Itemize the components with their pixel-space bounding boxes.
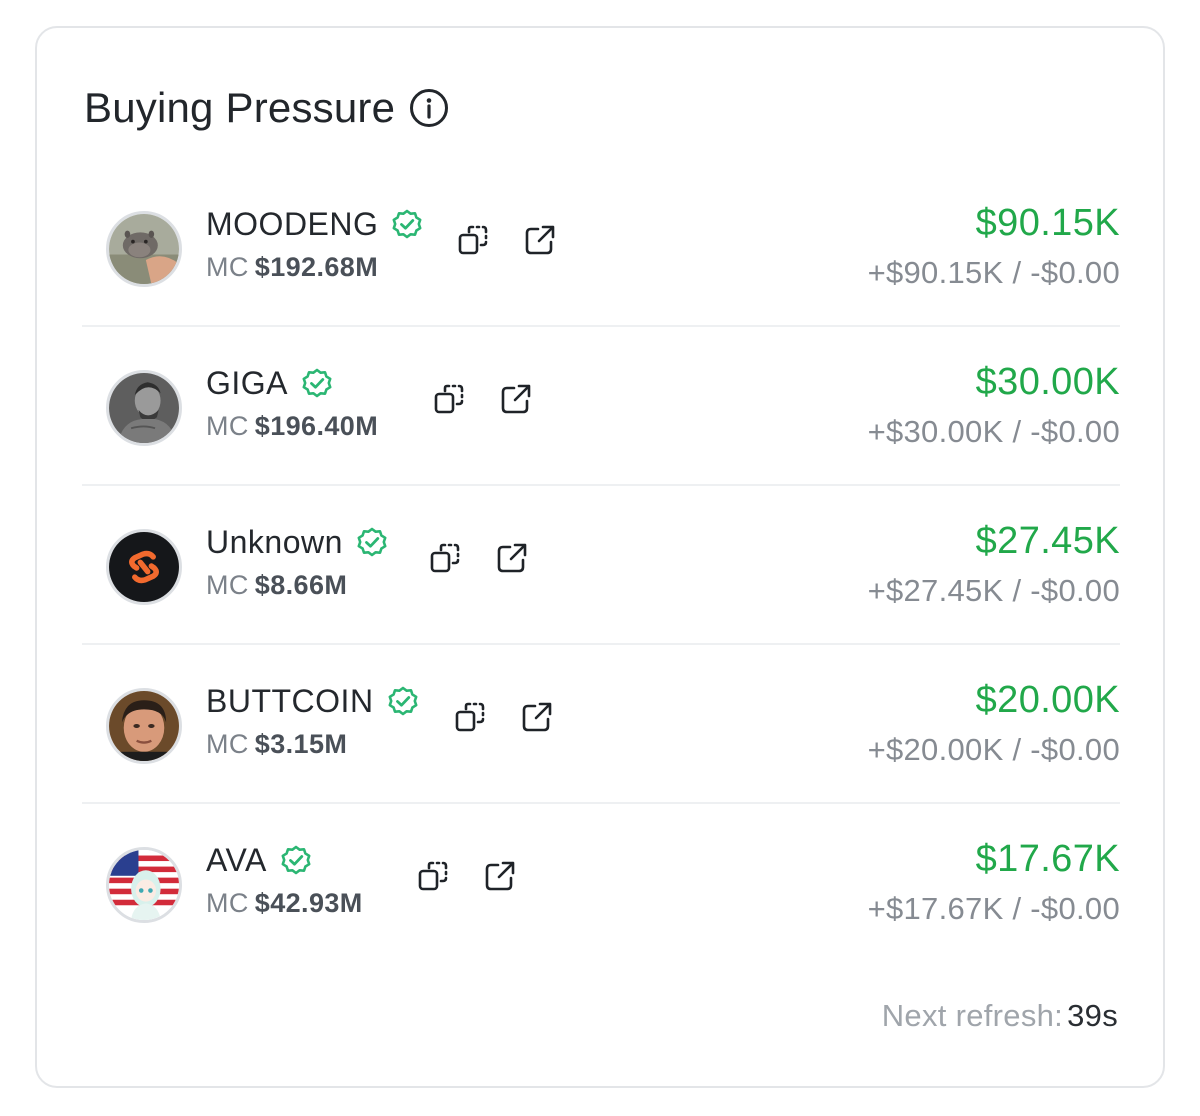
- token-info: MOODENG MC $192.68M: [206, 204, 424, 283]
- info-icon[interactable]: [409, 88, 449, 128]
- mc-value: $8.66M: [254, 570, 348, 600]
- man-portrait-avatar: [106, 688, 182, 764]
- copy-icon[interactable]: [453, 699, 489, 735]
- token-row[interactable]: Unknown MC $8.66M $27.45K +$27.45K / -$0…: [82, 486, 1120, 645]
- gigachad-avatar: [106, 370, 182, 446]
- token-actions: [416, 858, 518, 894]
- mc-label: MC: [206, 252, 249, 282]
- mc-value: $196.40M: [254, 411, 379, 441]
- net-buy-amount: $30.00K: [975, 361, 1120, 403]
- external-link-icon[interactable]: [494, 540, 530, 576]
- external-link-icon[interactable]: [482, 858, 518, 894]
- token-name[interactable]: Unknown: [206, 524, 343, 561]
- buying-pressure-card: Buying Pressure MOODENG MC $192.68M $90.…: [35, 26, 1165, 1088]
- token-info: Unknown MC $8.66M: [206, 522, 389, 601]
- token-row[interactable]: BUTTCOIN MC $3.15M $20.00K +$20.00K / -$…: [82, 645, 1120, 804]
- net-buy-amount: $17.67K: [975, 838, 1120, 880]
- token-actions: [428, 540, 530, 576]
- pygmy-hippo-avatar: [106, 211, 182, 287]
- token-row[interactable]: AVA MC $42.93M $17.67K +$17.67K / -$0.00: [82, 804, 1120, 963]
- net-buy-amount: $90.15K: [975, 202, 1120, 244]
- card-header: Buying Pressure: [84, 84, 449, 132]
- market-cap: MC $3.15M: [206, 729, 420, 760]
- buy-sell-breakdown: +$90.15K / -$0.00: [867, 255, 1120, 290]
- mc-value: $3.15M: [254, 729, 348, 759]
- orange-s-logo-avatar: [106, 529, 182, 605]
- net-buy-amount: $20.00K: [975, 679, 1120, 721]
- market-cap: MC $42.93M: [206, 888, 363, 919]
- anime-girl-flag-avatar: [106, 847, 182, 923]
- buy-sell-breakdown: +$20.00K / -$0.00: [867, 732, 1120, 767]
- mc-label: MC: [206, 729, 249, 759]
- verified-badge-icon: [390, 207, 424, 241]
- mc-value: $42.93M: [254, 888, 363, 918]
- token-name[interactable]: AVA: [206, 842, 267, 879]
- market-cap: MC $8.66M: [206, 570, 389, 601]
- verified-badge-icon: [355, 525, 389, 559]
- card-title: Buying Pressure: [84, 84, 396, 131]
- refresh-label: Next refresh:: [881, 998, 1064, 1033]
- flow-amounts: $90.15K +$90.15K / -$0.00: [868, 198, 1120, 294]
- flow-amounts: $27.45K +$27.45K / -$0.00: [868, 516, 1120, 612]
- token-name[interactable]: MOODENG: [206, 206, 378, 243]
- flow-amounts: $17.67K +$17.67K / -$0.00: [868, 834, 1120, 930]
- mc-label: MC: [206, 411, 249, 441]
- token-row[interactable]: GIGA MC $196.40M $30.00K +$30.00K / -$0.…: [82, 327, 1120, 486]
- external-link-icon[interactable]: [522, 222, 558, 258]
- net-buy-amount: $27.45K: [975, 520, 1120, 562]
- external-link-icon[interactable]: [519, 699, 555, 735]
- token-name[interactable]: GIGA: [206, 365, 288, 402]
- verified-badge-icon: [279, 843, 313, 877]
- copy-icon[interactable]: [456, 222, 492, 258]
- copy-icon[interactable]: [432, 381, 468, 417]
- token-info: GIGA MC $196.40M: [206, 363, 378, 442]
- token-actions: [453, 699, 555, 735]
- market-cap: MC $196.40M: [206, 411, 378, 442]
- token-actions: [456, 222, 558, 258]
- verified-badge-icon: [386, 684, 420, 718]
- token-list: MOODENG MC $192.68M $90.15K +$90.15K / -…: [82, 168, 1120, 963]
- external-link-icon[interactable]: [498, 381, 534, 417]
- mc-value: $192.68M: [254, 252, 379, 282]
- buy-sell-breakdown: +$27.45K / -$0.00: [867, 573, 1120, 608]
- mc-label: MC: [206, 570, 249, 600]
- buy-sell-breakdown: +$17.67K / -$0.00: [867, 891, 1120, 926]
- token-row[interactable]: MOODENG MC $192.68M $90.15K +$90.15K / -…: [82, 168, 1120, 327]
- market-cap: MC $192.68M: [206, 252, 424, 283]
- token-actions: [432, 381, 534, 417]
- verified-badge-icon: [300, 366, 334, 400]
- flow-amounts: $30.00K +$30.00K / -$0.00: [868, 357, 1120, 453]
- token-info: AVA MC $42.93M: [206, 840, 363, 919]
- copy-icon[interactable]: [428, 540, 464, 576]
- buy-sell-breakdown: +$30.00K / -$0.00: [867, 414, 1120, 449]
- token-name[interactable]: BUTTCOIN: [206, 683, 374, 720]
- refresh-timer: 39s: [1067, 998, 1118, 1033]
- token-info: BUTTCOIN MC $3.15M: [206, 681, 420, 760]
- copy-icon[interactable]: [416, 858, 452, 894]
- refresh-countdown: Next refresh: 39s: [882, 998, 1118, 1034]
- mc-label: MC: [206, 888, 249, 918]
- flow-amounts: $20.00K +$20.00K / -$0.00: [868, 675, 1120, 771]
